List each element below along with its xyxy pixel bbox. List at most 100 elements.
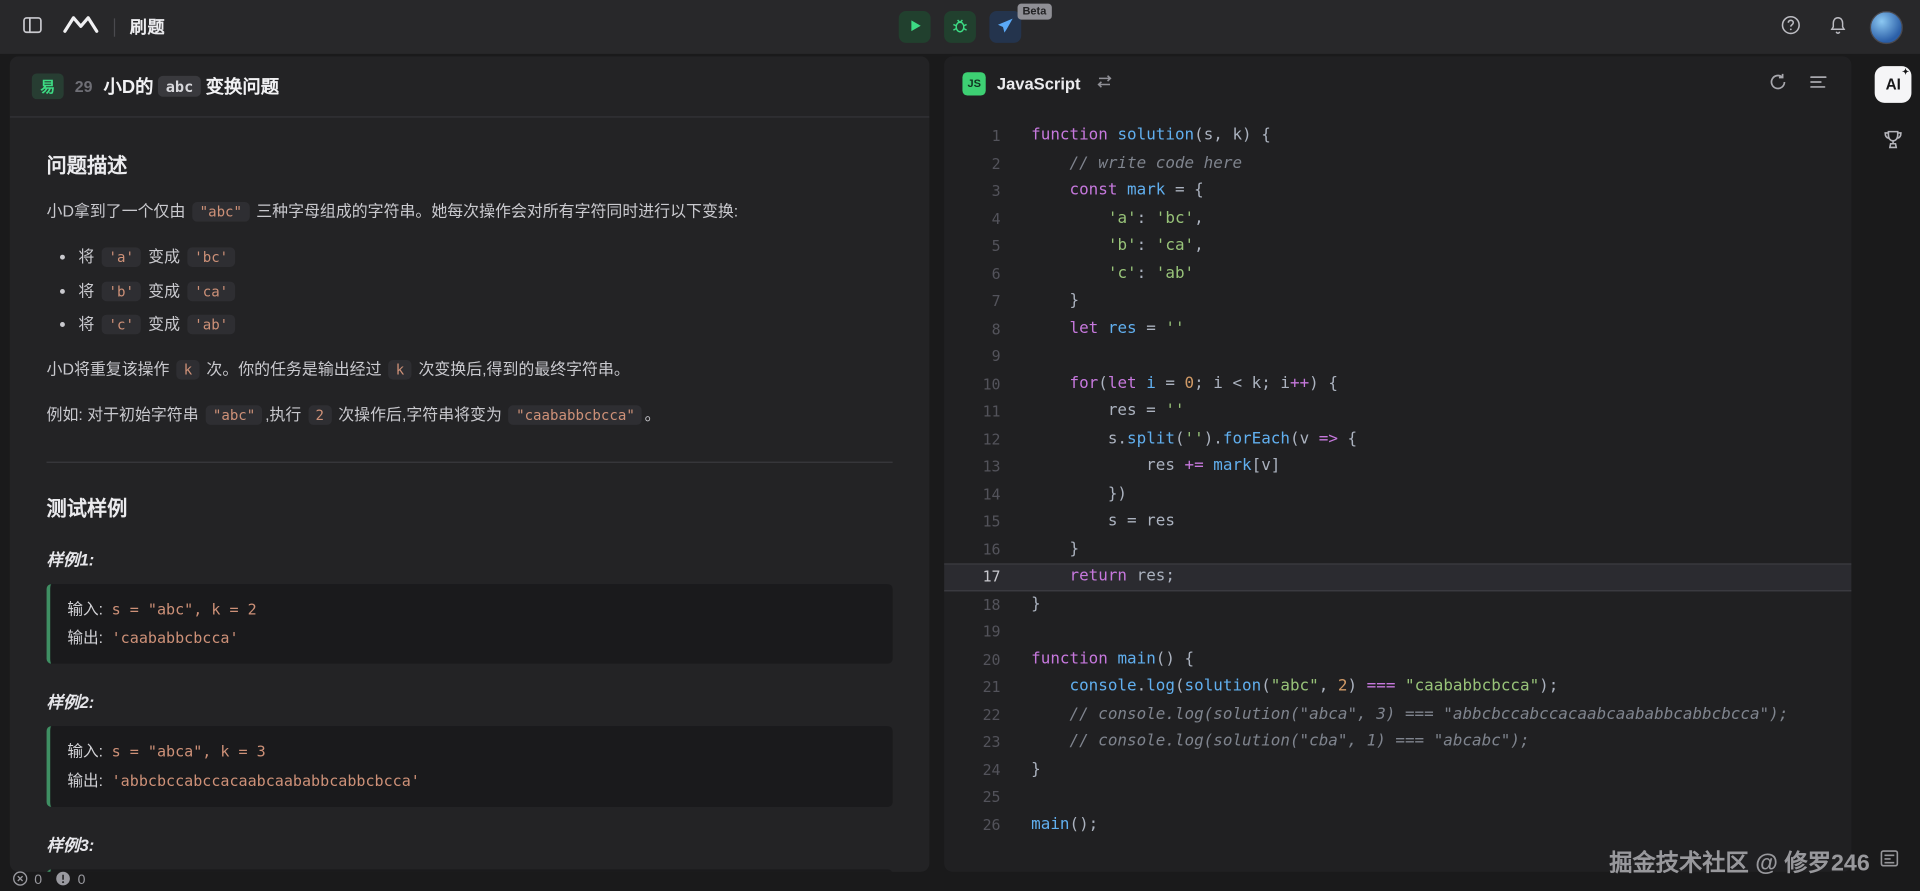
- code-line[interactable]: 21 console.log(solution("abc", 2) === "c…: [944, 673, 1852, 701]
- watermark: 掘金技术社区 @ 修罗246: [1609, 845, 1900, 878]
- code-line[interactable]: 19: [944, 618, 1852, 646]
- code-line[interactable]: 23 // console.log(solution("cba", 1) ===…: [944, 729, 1852, 757]
- line-number: 25: [944, 784, 1000, 812]
- code-line[interactable]: 2 // write code here: [944, 150, 1852, 178]
- code-line[interactable]: 18}: [944, 591, 1852, 619]
- code-line[interactable]: 20function main() {: [944, 646, 1852, 674]
- code-line[interactable]: 12 s.split('').forEach(v => {: [944, 426, 1852, 454]
- line-number: 8: [944, 315, 1000, 343]
- warning-circle-icon: [56, 871, 72, 891]
- code-line[interactable]: 25: [944, 784, 1852, 812]
- inline-code: 'ab': [187, 315, 236, 335]
- sample-label: 样例1:: [47, 546, 893, 570]
- problem-description: 问题描述 小D拿到了一个仅由 "abc" 三种字母组成的字符串。她每次操作会对所…: [10, 118, 930, 872]
- code-line[interactable]: 6 'c': 'ab': [944, 260, 1852, 288]
- code-line[interactable]: 7 }: [944, 288, 1852, 316]
- language-label: JavaScript: [997, 74, 1081, 92]
- warning-count: 0: [78, 873, 86, 888]
- line-number: 16: [944, 536, 1000, 564]
- line-number: 4: [944, 205, 1000, 233]
- code-line[interactable]: 26main();: [944, 811, 1852, 839]
- problem-intro: 小D拿到了一个仅由 "abc" 三种字母组成的字符串。她每次操作会对所有字符同时…: [47, 198, 893, 226]
- code-line[interactable]: 8 let res = '': [944, 315, 1852, 343]
- sample-io-row: 输入:s = "abc", k = 2: [67, 595, 875, 624]
- javascript-icon: JS: [963, 72, 986, 95]
- line-number: 2: [944, 150, 1000, 178]
- line-number: 3: [944, 178, 1000, 206]
- divider: [114, 18, 115, 36]
- code-line[interactable]: 15 s = res: [944, 508, 1852, 536]
- inline-code: 2: [308, 405, 331, 425]
- code-line[interactable]: 16 }: [944, 536, 1852, 564]
- problem-header: 易 29 小D的 abc 变换问题: [10, 56, 930, 117]
- notifications-button[interactable]: [1823, 10, 1852, 44]
- section-divider: [47, 461, 893, 462]
- inline-code: 'b': [101, 281, 141, 301]
- sparkle-icon: ✦: [1902, 67, 1909, 77]
- inline-code: abc: [158, 76, 200, 97]
- bell-icon: [1828, 15, 1848, 39]
- code-lines: 1function solution(s, k) {2 // write cod…: [944, 122, 1852, 838]
- reset-code-button[interactable]: [1764, 67, 1793, 100]
- app-logo-icon: [62, 13, 99, 40]
- problems-statusbar[interactable]: 0 0: [12, 871, 93, 891]
- code-line[interactable]: 9: [944, 343, 1852, 371]
- line-number: 5: [944, 233, 1000, 261]
- help-button[interactable]: [1776, 10, 1807, 44]
- inline-code: 'a': [101, 247, 141, 267]
- rule-item: 将 'a' 变成 'bc': [78, 245, 892, 270]
- sidebar-toggle-button[interactable]: [17, 10, 48, 44]
- trophy-icon: [1881, 137, 1905, 155]
- code-line[interactable]: 24}: [944, 756, 1852, 784]
- code-line[interactable]: 22 // console.log(solution("abca", 3) ==…: [944, 701, 1852, 729]
- submit-button[interactable]: [989, 11, 1021, 43]
- code-editor[interactable]: 1function solution(s, k) {2 // write cod…: [944, 110, 1852, 872]
- code-line[interactable]: 5 'b': 'ca',: [944, 233, 1852, 261]
- inline-code: "abc": [192, 202, 249, 222]
- code-line[interactable]: 4 'a': 'bc',: [944, 205, 1852, 233]
- inline-code: 'bc': [187, 247, 236, 267]
- editor-header: JS JavaScript: [944, 56, 1852, 110]
- line-number: 24: [944, 756, 1000, 784]
- code-line[interactable]: 3 const mark = {: [944, 178, 1852, 206]
- code-line[interactable]: 17 return res;: [944, 563, 1852, 591]
- line-number: 23: [944, 729, 1000, 757]
- watermark-text: 掘金技术社区 @ 修罗246: [1609, 845, 1870, 878]
- ai-assistant-button[interactable]: AI ✦: [1875, 66, 1912, 103]
- line-number: 6: [944, 260, 1000, 288]
- beta-badge: Beta: [1018, 4, 1052, 20]
- line-number: 14: [944, 481, 1000, 509]
- ai-label: AI: [1886, 76, 1901, 93]
- code-line[interactable]: 13 res += mark[v]: [944, 453, 1852, 481]
- topbar: 刷题 Beta: [0, 0, 1920, 54]
- sample-io-row: 输出:'caababbcbcca': [67, 624, 875, 653]
- inline-code: 'c': [101, 315, 141, 335]
- code-line[interactable]: 1function solution(s, k) {: [944, 122, 1852, 150]
- language-switch-button[interactable]: [1092, 69, 1119, 98]
- description-heading: 问题描述: [47, 149, 893, 178]
- line-number: 26: [944, 811, 1000, 839]
- right-rail: AI ✦: [1867, 56, 1920, 891]
- code-line[interactable]: 14 }): [944, 481, 1852, 509]
- line-number: 18: [944, 591, 1000, 619]
- news-icon: [1878, 847, 1900, 876]
- run-button[interactable]: [899, 11, 931, 43]
- contest-button[interactable]: [1879, 125, 1908, 158]
- app: 刷题 Beta: [0, 0, 1920, 891]
- example-note: 例如: 对于初始字符串 "abc",执行 2 次操作后,字符串将变为 "caab…: [47, 401, 893, 429]
- line-number: 17: [944, 563, 1000, 591]
- line-number: 7: [944, 288, 1000, 316]
- user-avatar[interactable]: [1870, 10, 1903, 43]
- line-number: 11: [944, 398, 1000, 426]
- sample-label: 样例3:: [47, 831, 893, 855]
- code-line[interactable]: 10 for(let i = 0; i < k; i++) {: [944, 370, 1852, 398]
- sidebar-toggle-icon: [22, 15, 43, 39]
- format-code-button[interactable]: [1804, 67, 1833, 100]
- inline-code: "caababbcbcca": [509, 405, 642, 425]
- debug-button[interactable]: [944, 11, 976, 43]
- repeat-note: 小D将重复该操作 k 次。你的任务是输出经过 k 次变换后,得到的最终字符串。: [47, 356, 893, 384]
- refresh-icon: [1769, 72, 1789, 95]
- code-line[interactable]: 11 res = '': [944, 398, 1852, 426]
- line-number: 21: [944, 673, 1000, 701]
- sample-io-row: 输入:s = "abca", k = 3: [67, 737, 875, 766]
